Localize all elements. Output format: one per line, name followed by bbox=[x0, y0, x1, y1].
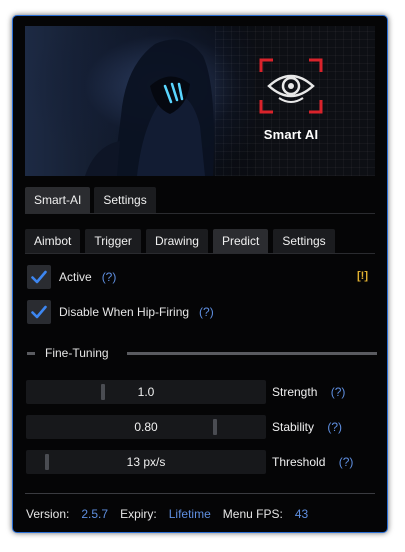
section-rule-right bbox=[127, 352, 377, 355]
fps-label: Menu FPS: bbox=[222, 507, 283, 521]
strength-row: 1.0 Strength (?) bbox=[26, 380, 386, 404]
subtab-trigger[interactable]: Trigger bbox=[85, 229, 141, 253]
active-label: Active bbox=[59, 270, 92, 284]
stability-label: Stability (?) bbox=[272, 415, 342, 439]
tab-smart-ai[interactable]: Smart-AI bbox=[25, 187, 91, 213]
fine-tuning-section-header: Fine-Tuning bbox=[27, 346, 377, 362]
active-help-link[interactable]: (?) bbox=[102, 270, 117, 284]
brand-name: Smart AI bbox=[263, 127, 319, 142]
checkmark-icon bbox=[31, 305, 47, 319]
strength-value: 1.0 bbox=[137, 385, 155, 399]
strength-slider[interactable]: 1.0 bbox=[26, 380, 266, 404]
warning-badge[interactable]: [!] bbox=[357, 270, 368, 282]
subtab-drawing[interactable]: Drawing bbox=[145, 229, 208, 253]
stability-value: 0.80 bbox=[134, 420, 158, 434]
footer-divider bbox=[25, 493, 375, 494]
subtab-settings[interactable]: Settings bbox=[273, 229, 335, 253]
section-title: Fine-Tuning bbox=[45, 346, 109, 360]
threshold-value: 13 px/s bbox=[126, 455, 166, 469]
threshold-label-text: Threshold bbox=[272, 455, 326, 469]
expiry-label: Expiry: bbox=[120, 507, 157, 521]
subtab-aimbot[interactable]: Aimbot bbox=[25, 229, 81, 253]
threshold-help-link[interactable]: (?) bbox=[339, 455, 354, 469]
checkmark-icon bbox=[31, 270, 47, 284]
sub-tabs: Aimbot Trigger Drawing Predict Settings bbox=[25, 229, 335, 253]
hipfire-label: Disable When Hip-Firing bbox=[59, 305, 190, 319]
main-tabs: Smart-AI Settings bbox=[25, 187, 156, 213]
menu-window: Smart AI Smart-AI Settings Aimbot Trigge… bbox=[12, 15, 388, 533]
strength-help-link[interactable]: (?) bbox=[331, 385, 346, 399]
tabs-divider bbox=[25, 213, 375, 214]
stability-help-link[interactable]: (?) bbox=[327, 420, 342, 434]
expiry-value: Lifetime bbox=[168, 507, 211, 521]
option-active-row: Active (?) bbox=[27, 265, 116, 289]
stability-label-text: Stability bbox=[272, 420, 315, 434]
stability-row: 0.80 Stability (?) bbox=[26, 415, 386, 439]
hipfire-help-link[interactable]: (?) bbox=[199, 305, 214, 319]
hipfire-checkbox[interactable] bbox=[27, 300, 51, 324]
stability-slider[interactable]: 0.80 bbox=[26, 415, 266, 439]
fps-value: 43 bbox=[294, 507, 309, 521]
threshold-row: 13 px/s Threshold (?) bbox=[26, 450, 386, 474]
footer: Version: 2.5.7 Expiry: Lifetime Menu FPS… bbox=[26, 507, 320, 521]
threshold-label: Threshold (?) bbox=[272, 450, 353, 474]
threshold-slider[interactable]: 13 px/s bbox=[26, 450, 266, 474]
subtab-predict[interactable]: Predict bbox=[212, 229, 269, 253]
tab-settings[interactable]: Settings bbox=[94, 187, 156, 213]
strength-label-text: Strength bbox=[272, 385, 318, 399]
option-hipfire-row: Disable When Hip-Firing (?) bbox=[27, 300, 214, 324]
version-label: Version: bbox=[26, 507, 70, 521]
version-value: 2.5.7 bbox=[81, 507, 109, 521]
eye-logo-icon bbox=[259, 58, 323, 114]
strength-label: Strength (?) bbox=[272, 380, 345, 404]
active-checkbox[interactable] bbox=[27, 265, 51, 289]
subtabs-divider bbox=[25, 253, 375, 254]
section-rule-left bbox=[27, 352, 35, 355]
